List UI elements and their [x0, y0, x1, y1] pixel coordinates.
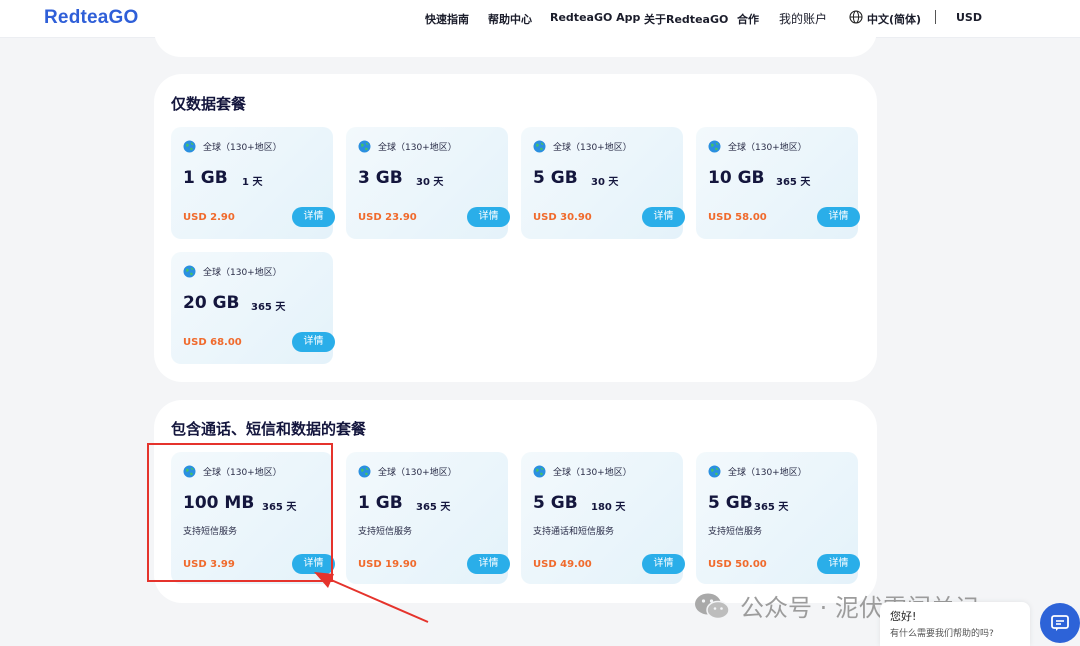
- plan-card[interactable]: 全球（130+地区） 10 GB 365 天 USD 58.00 详情: [696, 127, 860, 239]
- earth-icon: [358, 465, 371, 478]
- plan-duration: 365 天: [776, 177, 811, 188]
- plan-data-amount: 20 GB: [183, 293, 240, 313]
- details-button[interactable]: 详情: [817, 554, 860, 574]
- section-title: 包含通话、短信和数据的套餐: [171, 420, 367, 438]
- plan-duration: 365 天: [416, 502, 451, 513]
- chat-icon: [1051, 615, 1069, 631]
- earth-icon: [533, 140, 546, 153]
- chat-greeting: 您好!: [890, 610, 917, 623]
- plan-data-amount: 1 GB: [358, 493, 403, 513]
- plan-data-amount: 3 GB: [358, 168, 403, 188]
- highlight-box: [147, 443, 333, 582]
- plan-duration: 180 天: [591, 502, 626, 513]
- chat-prompt-bubble[interactable]: 您好! 有什么需要我们帮助的吗?: [880, 602, 1030, 646]
- plan-price: USD 58.00: [708, 212, 767, 223]
- plan-price: USD 30.90: [533, 212, 592, 223]
- plan-duration: 365 天: [754, 502, 789, 513]
- plan-price: USD 2.90: [183, 212, 235, 223]
- plan-feature: 支持通话和短信服务: [533, 527, 615, 537]
- earth-icon: [183, 265, 196, 278]
- earth-icon: [533, 465, 546, 478]
- plan-duration: 30 天: [591, 177, 619, 188]
- earth-icon: [708, 140, 721, 153]
- wechat-icon: [695, 593, 730, 620]
- plan-card[interactable]: 全球（130+地区） 5 GB 180 天 支持通话和短信服务 USD 49.0…: [521, 452, 685, 584]
- plan-card[interactable]: 全球（130+地区） 1 GB 1 天 USD 2.90 详情: [171, 127, 335, 239]
- plan-price: USD 19.90: [358, 559, 417, 570]
- plan-data-amount: 5 GB: [533, 493, 578, 513]
- nav-cooperation[interactable]: 合作: [737, 11, 759, 27]
- plan-duration: 365 天: [251, 302, 286, 313]
- details-button[interactable]: 详情: [292, 207, 335, 227]
- details-button[interactable]: 详情: [642, 207, 685, 227]
- chat-prompt-text: 有什么需要我们帮助的吗?: [890, 629, 994, 639]
- section-title: 仅数据套餐: [171, 95, 247, 113]
- nav-divider: [935, 10, 936, 24]
- redteago-logo[interactable]: RedteaGO: [44, 7, 139, 29]
- plan-region: 全球（130+地区）: [378, 143, 457, 153]
- earth-icon: [183, 140, 196, 153]
- earth-icon: [358, 140, 371, 153]
- nav-quick-guide[interactable]: 快速指南: [425, 11, 469, 27]
- earth-icon: [708, 465, 721, 478]
- nav-app[interactable]: RedteaGO App: [550, 11, 640, 27]
- previous-section-panel: [154, 30, 877, 57]
- plan-region: 全球（130+地区）: [378, 468, 457, 478]
- plan-card[interactable]: 全球（130+地区） 3 GB 30 天 USD 23.90 详情: [346, 127, 510, 239]
- details-button[interactable]: 详情: [642, 554, 685, 574]
- details-button[interactable]: 详情: [467, 554, 510, 574]
- language-selector[interactable]: 中文(简体): [867, 11, 921, 27]
- plan-region: 全球（130+地区）: [553, 468, 632, 478]
- globe-icon: [849, 10, 863, 24]
- plan-region: 全球（130+地区）: [728, 143, 807, 153]
- details-button[interactable]: 详情: [292, 332, 335, 352]
- plan-price: USD 50.00: [708, 559, 767, 570]
- plan-card[interactable]: 全球（130+地区） 5 GB 30 天 USD 30.90 详情: [521, 127, 685, 239]
- plan-data-amount: 5 GB: [708, 493, 753, 513]
- plan-card[interactable]: 全球（130+地区） 1 GB 365 天 支持短信服务 USD 19.90 详…: [346, 452, 510, 584]
- nav-help-center[interactable]: 帮助中心: [488, 11, 532, 27]
- plan-price: USD 49.00: [533, 559, 592, 570]
- plan-price: USD 68.00: [183, 337, 242, 348]
- nav-about[interactable]: 关于RedteaGO: [644, 11, 728, 27]
- nav-my-account[interactable]: 我的账户: [779, 10, 827, 26]
- plan-duration: 1 天: [242, 177, 263, 188]
- currency-selector[interactable]: USD: [956, 11, 982, 27]
- chat-button[interactable]: [1040, 603, 1080, 643]
- plan-feature: 支持短信服务: [708, 527, 763, 537]
- plan-card[interactable]: 全球（130+地区） 20 GB 365 天 USD 68.00 详情: [171, 252, 335, 364]
- plan-duration: 30 天: [416, 177, 444, 188]
- plan-feature: 支持短信服务: [358, 527, 413, 537]
- plan-price: USD 23.90: [358, 212, 417, 223]
- plan-region: 全球（130+地区）: [203, 143, 282, 153]
- plan-region: 全球（130+地区）: [553, 143, 632, 153]
- plan-data-amount: 5 GB: [533, 168, 578, 188]
- data-only-section: 仅数据套餐 全球（130+地区） 1 GB 1 天 USD 2.90 详情 全球…: [154, 74, 877, 382]
- plan-data-amount: 10 GB: [708, 168, 765, 188]
- details-button[interactable]: 详情: [467, 207, 510, 227]
- plan-data-amount: 1 GB: [183, 168, 228, 188]
- details-button[interactable]: 详情: [817, 207, 860, 227]
- plan-region: 全球（130+地区）: [203, 268, 282, 278]
- plan-region: 全球（130+地区）: [728, 468, 807, 478]
- plan-card[interactable]: 全球（130+地区） 5 GB 365 天 支持短信服务 USD 50.00 详…: [696, 452, 860, 584]
